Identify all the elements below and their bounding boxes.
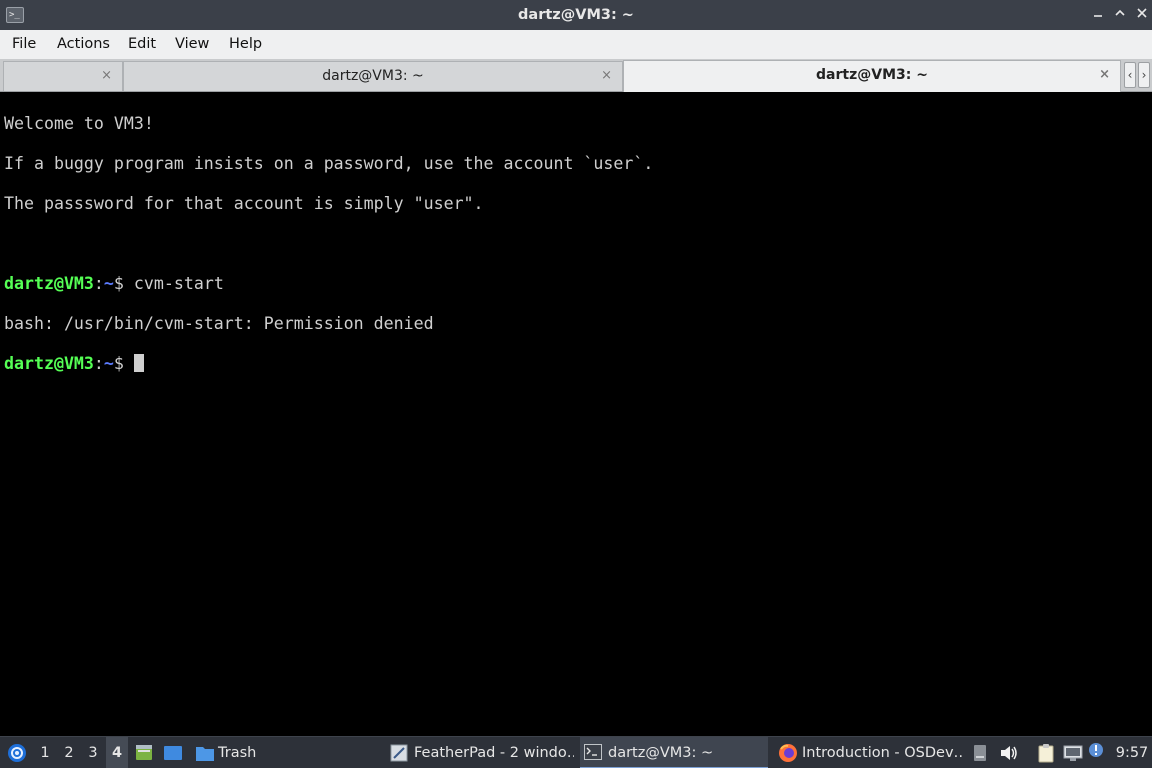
taskbar: 1 2 3 4 Trash FeatherPad - 2 windo… dart… bbox=[0, 736, 1152, 768]
notification-icon bbox=[1089, 743, 1103, 757]
file-manager-launcher[interactable] bbox=[132, 737, 156, 768]
prompt-path: ~ bbox=[103, 274, 114, 293]
maximize-icon[interactable] bbox=[1110, 5, 1130, 25]
terminal-prompt-line: dartz@VM3:~$ bbox=[4, 354, 1152, 374]
close-icon[interactable] bbox=[1132, 5, 1152, 25]
disk-icon bbox=[974, 745, 986, 761]
terminal-prompt-line: dartz@VM3:~$ cvm-start bbox=[4, 274, 1152, 294]
desktop-launcher[interactable] bbox=[160, 737, 186, 768]
terminal-output[interactable]: Welcome to VM3! If a buggy program insis… bbox=[0, 93, 1152, 736]
tab-2[interactable]: dartz@VM3: ~ × bbox=[123, 61, 623, 91]
workspace-2[interactable]: 2 bbox=[58, 737, 80, 768]
terminal-icon bbox=[584, 744, 602, 760]
menu-file[interactable]: File bbox=[12, 30, 36, 59]
firefox-icon bbox=[779, 744, 797, 762]
tab-scroll-left-icon[interactable]: ‹ bbox=[1124, 62, 1136, 88]
tab-scroll-right-icon[interactable]: › bbox=[1138, 62, 1150, 88]
volume-tray[interactable] bbox=[996, 737, 1022, 768]
lubuntu-logo-icon bbox=[8, 744, 26, 762]
trash-launcher[interactable]: Trash bbox=[192, 737, 264, 768]
tab-3-active[interactable]: dartz@VM3: ~ × bbox=[623, 60, 1121, 92]
tab-label: dartz@VM3: ~ bbox=[322, 68, 424, 84]
prompt-path: ~ bbox=[103, 354, 114, 373]
task-firefox[interactable]: Introduction - OSDev… bbox=[774, 737, 964, 768]
tab-close-icon[interactable]: × bbox=[1099, 61, 1110, 89]
terminal-line: The passsword for that account is simply… bbox=[4, 194, 484, 213]
task-featherpad[interactable]: FeatherPad - 2 windo… bbox=[386, 737, 574, 768]
workspace-1[interactable]: 1 bbox=[34, 737, 56, 768]
terminal-cursor bbox=[133, 354, 144, 372]
network-tray[interactable] bbox=[1060, 737, 1086, 768]
task-terminal[interactable]: dartz@VM3: ~ bbox=[580, 737, 768, 768]
tab-close-icon[interactable]: × bbox=[101, 62, 112, 90]
prompt-user: dartz@VM3 bbox=[4, 274, 94, 293]
tab-close-icon[interactable]: × bbox=[601, 62, 612, 90]
terminal-line: If a buggy program insists on a password… bbox=[4, 154, 654, 173]
notification-tray[interactable] bbox=[1086, 737, 1108, 768]
window-titlebar[interactable]: >_ dartz@VM3: ~ bbox=[0, 0, 1152, 30]
minimize-icon[interactable] bbox=[1088, 5, 1108, 25]
task-label: Introduction - OSDev… bbox=[802, 745, 964, 761]
tab-label: dartz@VM3: ~ bbox=[816, 67, 928, 83]
task-label: dartz@VM3: ~ bbox=[608, 745, 714, 761]
task-label: FeatherPad - 2 windo… bbox=[414, 745, 574, 761]
workspace-4[interactable]: 4 bbox=[106, 737, 128, 768]
file-manager-icon bbox=[136, 745, 152, 760]
terminal-line: Welcome to VM3! bbox=[4, 114, 154, 133]
disk-tray[interactable] bbox=[970, 737, 990, 768]
featherpad-icon bbox=[390, 744, 408, 762]
prompt-user: dartz@VM3 bbox=[4, 354, 94, 373]
start-menu-button[interactable] bbox=[4, 737, 30, 768]
network-icon bbox=[1063, 745, 1083, 761]
terminal-line: bash: /usr/bin/cvm-start: Permission den… bbox=[4, 314, 434, 333]
window-title: dartz@VM3: ~ bbox=[518, 7, 634, 23]
workspace-3[interactable]: 3 bbox=[82, 737, 104, 768]
clock[interactable]: 9:57 bbox=[1114, 737, 1150, 768]
prompt-separator: : bbox=[93, 354, 104, 373]
prompt-end: $ bbox=[113, 274, 134, 293]
prompt-separator: : bbox=[93, 274, 104, 293]
menu-actions[interactable]: Actions bbox=[57, 30, 110, 59]
command-text: cvm-start bbox=[133, 274, 224, 293]
tab-1[interactable]: × bbox=[3, 61, 123, 91]
menu-help[interactable]: Help bbox=[229, 30, 262, 59]
folder-icon bbox=[196, 747, 214, 761]
clipboard-icon bbox=[1038, 744, 1054, 763]
menu-edit[interactable]: Edit bbox=[128, 30, 156, 59]
prompt-end: $ bbox=[113, 354, 134, 373]
menu-view[interactable]: View bbox=[175, 30, 209, 59]
menu-bar: File Actions Edit View Help bbox=[0, 30, 1152, 59]
volume-icon bbox=[1001, 746, 1017, 760]
desktop-icon bbox=[164, 746, 182, 760]
trash-label: Trash bbox=[218, 745, 257, 761]
clipboard-tray[interactable] bbox=[1034, 737, 1058, 768]
